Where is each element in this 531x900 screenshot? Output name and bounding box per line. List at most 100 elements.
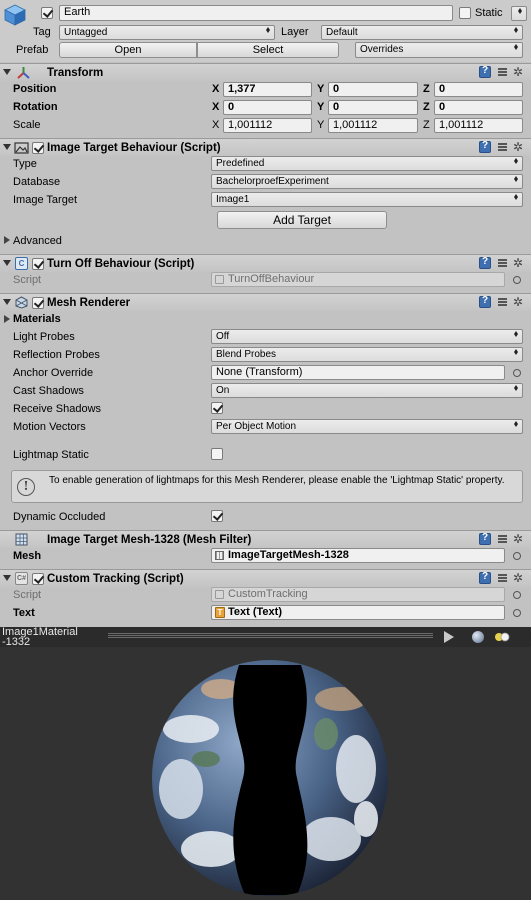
rotation-x-input[interactable]: 0: [223, 100, 312, 115]
object-picker-icon[interactable]: [513, 591, 521, 599]
scale-z-axis[interactable]: Z: [423, 118, 430, 132]
gear-icon[interactable]: ✲: [513, 141, 525, 153]
help-book-icon[interactable]: [479, 571, 491, 584]
image-target-enabled-checkbox[interactable]: [32, 142, 44, 154]
cube-icon: [4, 4, 26, 26]
add-target-button[interactable]: Add Target: [217, 211, 387, 229]
fold-arrow-icon[interactable]: [3, 575, 11, 581]
component-header-icons: ✲: [479, 571, 525, 586]
gear-icon[interactable]: ✲: [513, 533, 525, 545]
gear-icon[interactable]: ✲: [513, 257, 525, 269]
mesh-field[interactable]: ImageTargetMesh-1328: [211, 548, 505, 563]
play-icon[interactable]: [444, 631, 454, 643]
receive-shadows-checkbox[interactable]: [211, 402, 223, 414]
active-checkbox[interactable]: [41, 7, 53, 19]
preset-icon[interactable]: [497, 257, 509, 269]
object-name-input[interactable]: Earth: [59, 5, 453, 21]
image-target-header[interactable]: Image Target Behaviour (Script) ✲: [0, 138, 531, 156]
turn-off-script-value: TurnOffBehaviour: [228, 273, 315, 285]
prefab-label: Prefab: [16, 44, 49, 56]
scale-x-axis[interactable]: X: [212, 118, 219, 132]
prefab-overrides-dropdown[interactable]: Overrides: [355, 42, 523, 58]
sphere-preview-icon[interactable]: [472, 631, 484, 643]
fold-arrow-icon[interactable]: [3, 299, 11, 305]
gear-icon[interactable]: ✲: [513, 66, 525, 78]
position-x-input[interactable]: 1,377: [223, 82, 312, 97]
motion-vectors-dropdown[interactable]: Per Object Motion: [211, 419, 523, 434]
position-z-axis[interactable]: Z: [423, 82, 430, 96]
rotation-y-input[interactable]: 0: [328, 100, 418, 115]
object-picker-icon[interactable]: [513, 552, 521, 560]
cast-shadows-dropdown[interactable]: On: [211, 383, 523, 398]
prefab-select-button[interactable]: Select: [197, 42, 339, 58]
light-probes-dropdown[interactable]: Off: [211, 329, 523, 344]
tag-dropdown[interactable]: Untagged: [59, 25, 275, 40]
fold-arrow-icon[interactable]: [3, 144, 11, 150]
material-preview-area[interactable]: [0, 647, 531, 900]
turn-off-title: Turn Off Behaviour (Script): [47, 258, 195, 270]
position-z-input[interactable]: 0: [434, 82, 523, 97]
materials-fold-icon[interactable]: [4, 315, 10, 323]
help-book-icon[interactable]: [479, 140, 491, 153]
reflection-probes-dropdown[interactable]: Blend Probes: [211, 347, 523, 362]
image-target-dropdown[interactable]: Image1: [211, 192, 523, 207]
preset-icon[interactable]: [497, 533, 509, 545]
help-book-icon[interactable]: [479, 532, 491, 545]
mesh-renderer-title: Mesh Renderer: [47, 297, 131, 309]
advanced-foldout[interactable]: Advanced: [13, 234, 62, 248]
turn-off-header[interactable]: C Turn Off Behaviour (Script) ✲: [0, 254, 531, 272]
dynamic-occluded-checkbox[interactable]: [211, 510, 223, 522]
help-book-icon[interactable]: [479, 65, 491, 78]
custom-tracking-script-value: CustomTracking: [228, 588, 308, 600]
mesh-renderer-enabled-checkbox[interactable]: [32, 297, 44, 309]
preset-icon[interactable]: [497, 296, 509, 308]
materials-foldout[interactable]: Materials: [13, 312, 61, 326]
scale-z-input[interactable]: 1,001112: [434, 118, 523, 133]
position-y-input[interactable]: 0: [328, 82, 418, 97]
object-picker-icon[interactable]: [513, 369, 521, 377]
script-icon: C: [15, 257, 28, 270]
preset-icon[interactable]: [497, 572, 509, 584]
turn-off-script-field: TurnOffBehaviour: [211, 272, 505, 287]
advanced-fold-icon[interactable]: [4, 236, 10, 244]
gear-icon[interactable]: ✲: [513, 296, 525, 308]
preset-icon[interactable]: [497, 66, 509, 78]
static-checkbox[interactable]: [459, 7, 471, 19]
custom-tracking-header[interactable]: C# Custom Tracking (Script) ✲: [0, 569, 531, 587]
mesh-filter-header[interactable]: Image Target Mesh-1328 (Mesh Filter) ✲: [0, 530, 531, 548]
custom-tracking-enabled-checkbox[interactable]: [32, 573, 44, 585]
preview-drag-handle[interactable]: [108, 633, 433, 638]
rotation-x-axis[interactable]: X: [212, 100, 219, 114]
object-picker-icon[interactable]: [513, 276, 521, 284]
mesh-asset-icon: [215, 551, 224, 560]
rotation-label: Rotation: [13, 101, 58, 113]
position-x-axis[interactable]: X: [212, 82, 219, 96]
light-toggle-icon[interactable]: [494, 632, 510, 642]
anchor-override-field[interactable]: None (Transform): [211, 365, 505, 380]
fold-arrow-icon[interactable]: [3, 260, 11, 266]
scale-y-input[interactable]: 1,001112: [328, 118, 418, 133]
position-y-axis[interactable]: Y: [317, 82, 324, 96]
scale-x-input[interactable]: 1,001112: [223, 118, 312, 133]
scale-y-axis[interactable]: Y: [317, 118, 324, 132]
mesh-renderer-header[interactable]: Mesh Renderer ✲: [0, 293, 531, 311]
prefab-open-button[interactable]: Open: [59, 42, 197, 58]
static-dropdown[interactable]: [511, 6, 527, 21]
rotation-y-axis[interactable]: Y: [317, 100, 324, 114]
type-dropdown[interactable]: Predefined: [211, 156, 523, 171]
lightmap-static-checkbox[interactable]: [211, 448, 223, 460]
fold-arrow-icon[interactable]: [3, 69, 11, 75]
help-book-icon[interactable]: [479, 295, 491, 308]
script-icon: C#: [15, 572, 28, 585]
rotation-z-input[interactable]: 0: [434, 100, 523, 115]
turn-off-enabled-checkbox[interactable]: [32, 258, 44, 270]
help-book-icon[interactable]: [479, 256, 491, 269]
transform-header[interactable]: Transform ✲: [0, 63, 531, 81]
object-picker-icon[interactable]: [513, 609, 521, 617]
database-dropdown[interactable]: BachelorproefExperiment: [211, 174, 523, 189]
layer-dropdown[interactable]: Default: [321, 25, 523, 40]
rotation-z-axis[interactable]: Z: [423, 100, 430, 114]
gear-icon[interactable]: ✲: [513, 572, 525, 584]
text-field[interactable]: T Text (Text): [211, 605, 505, 620]
preset-icon[interactable]: [497, 141, 509, 153]
